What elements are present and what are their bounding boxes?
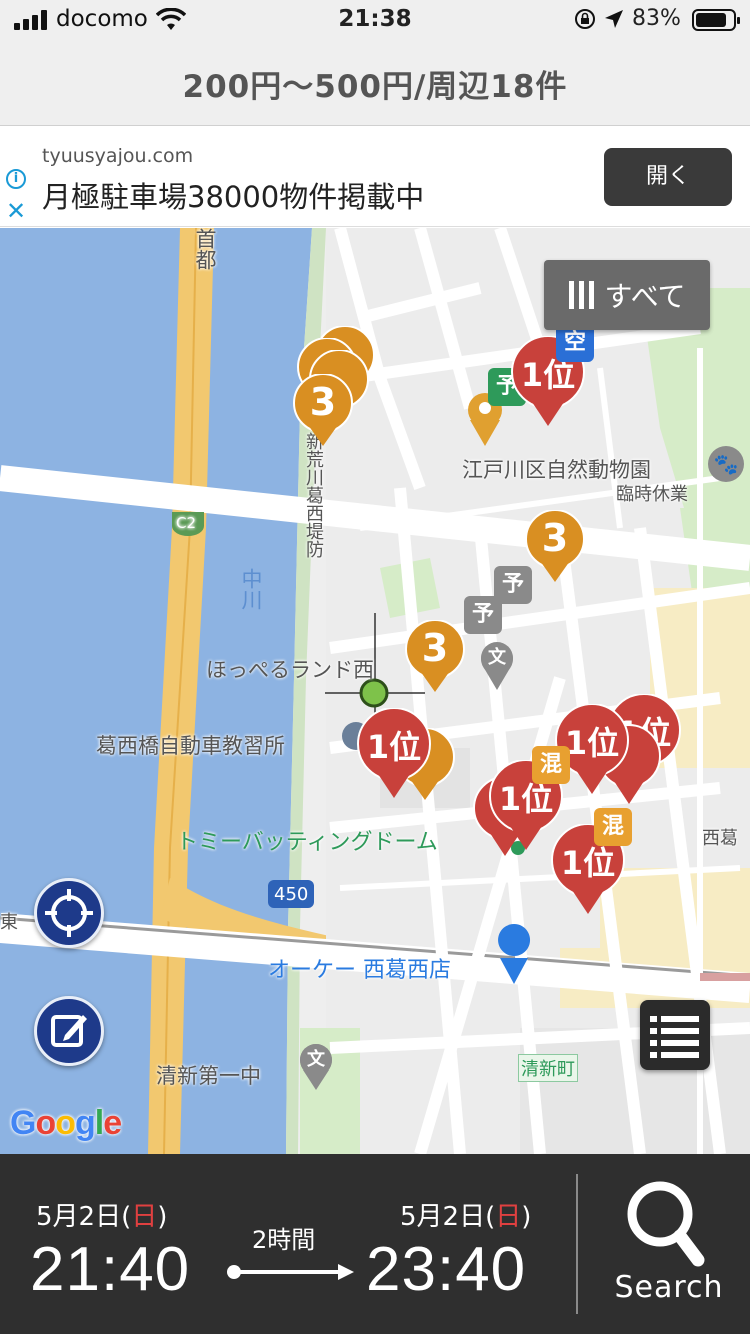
- current-location-button[interactable]: [34, 878, 104, 948]
- tommy-label: トミーバッティングドーム: [176, 830, 438, 855]
- pin-label: 1位: [366, 728, 422, 766]
- location-arrow-icon: [605, 10, 623, 28]
- start-date[interactable]: 5月2日(日): [36, 1196, 167, 1233]
- page-title: 200円〜500円/周辺18件: [182, 69, 568, 105]
- arrow-right-icon: [227, 1264, 354, 1280]
- paw-icon: 🐾: [713, 452, 739, 476]
- results-header: 200円〜500円/周辺18件: [0, 42, 750, 126]
- end-time[interactable]: 23:40: [366, 1234, 526, 1305]
- road-label-shinarakawa: 新荒川葛西堤防: [303, 432, 324, 558]
- nishikasai-label: 西葛: [702, 828, 738, 849]
- search-label: Search: [614, 1270, 724, 1305]
- map-view[interactable]: 首都 新荒川葛西堤防 C2 中川 450 江戸川区自然動物園 臨時休業 ほっぺる…: [0, 228, 750, 1154]
- river-label-nakagawa: 中川: [239, 568, 263, 610]
- time-selector-bar: 5月2日(日) 21:40 2時間 5月2日(日) 23:40 Search: [0, 1154, 750, 1334]
- google-logo: Google: [10, 1104, 122, 1142]
- kasai-school-label: 葛西橋自動車教習所: [96, 734, 285, 758]
- end-date[interactable]: 5月2日(日): [400, 1196, 531, 1233]
- edit-icon: [51, 1015, 87, 1047]
- ad-banner[interactable]: i ✕ tyuusyajou.com 月極駐車場38000物件掲載中 開く: [0, 127, 750, 227]
- battery-percent: 83%: [632, 6, 681, 31]
- pin-label: 3: [541, 516, 569, 560]
- list-icon: [650, 1016, 699, 1058]
- filter-all-button[interactable]: すべて: [544, 260, 710, 330]
- zoo-note: 臨時休業: [616, 484, 688, 505]
- mixed-tag[interactable]: 混: [532, 746, 570, 784]
- ad-domain: tyuusyajou.com: [42, 145, 194, 167]
- school-icon: 文: [481, 642, 513, 674]
- pin-label: 3: [421, 626, 449, 670]
- ad-headline[interactable]: 月極駐車場38000物件掲載中: [42, 174, 424, 216]
- hopperu-label: ほっぺるランド西: [206, 658, 374, 682]
- mixed-tag[interactable]: 混: [594, 808, 632, 846]
- ok-store-label: オーケー 西葛西店: [268, 958, 451, 983]
- ad-open-button[interactable]: 開く: [604, 148, 732, 206]
- parking-pin-rank3[interactable]: 3: [404, 619, 466, 692]
- road-label-shuto: 首都: [193, 228, 217, 270]
- pin-label: 3: [309, 380, 337, 424]
- seishincho-station-label: 清新町: [518, 1054, 578, 1082]
- route-c2-label: C2: [176, 514, 197, 532]
- filter-label: すべて: [604, 280, 686, 313]
- parking-pin-rank3[interactable]: 3: [524, 509, 586, 582]
- seishin-school-label: 清新第一中: [156, 1064, 261, 1088]
- parking-pin-rank3[interactable]: 3: [292, 373, 354, 446]
- duration-label[interactable]: 2時間: [252, 1220, 315, 1255]
- ad-info-icon[interactable]: i: [6, 169, 26, 189]
- parking-pin-rank1[interactable]: 1位: [356, 707, 432, 798]
- reserve-tag[interactable]: 予: [464, 596, 502, 634]
- filter-icon: [568, 281, 595, 309]
- tozai-line-label: 東: [0, 912, 18, 933]
- battery-icon: [692, 9, 740, 31]
- crosshair-icon: [45, 889, 93, 937]
- rotation-lock-icon: [575, 9, 595, 29]
- status-bar: docomo 21:38 83%: [0, 0, 750, 42]
- divider: [576, 1174, 578, 1314]
- start-time[interactable]: 21:40: [30, 1234, 190, 1305]
- battery-level: [696, 13, 726, 27]
- school-icon: 文: [300, 1044, 332, 1076]
- edit-button[interactable]: [34, 996, 104, 1066]
- ad-close-icon[interactable]: ✕: [6, 199, 26, 223]
- route-450-label: 450: [274, 884, 309, 905]
- search-icon: [627, 1181, 705, 1267]
- search-button[interactable]: Search: [594, 1178, 744, 1318]
- list-view-button[interactable]: [640, 1000, 710, 1070]
